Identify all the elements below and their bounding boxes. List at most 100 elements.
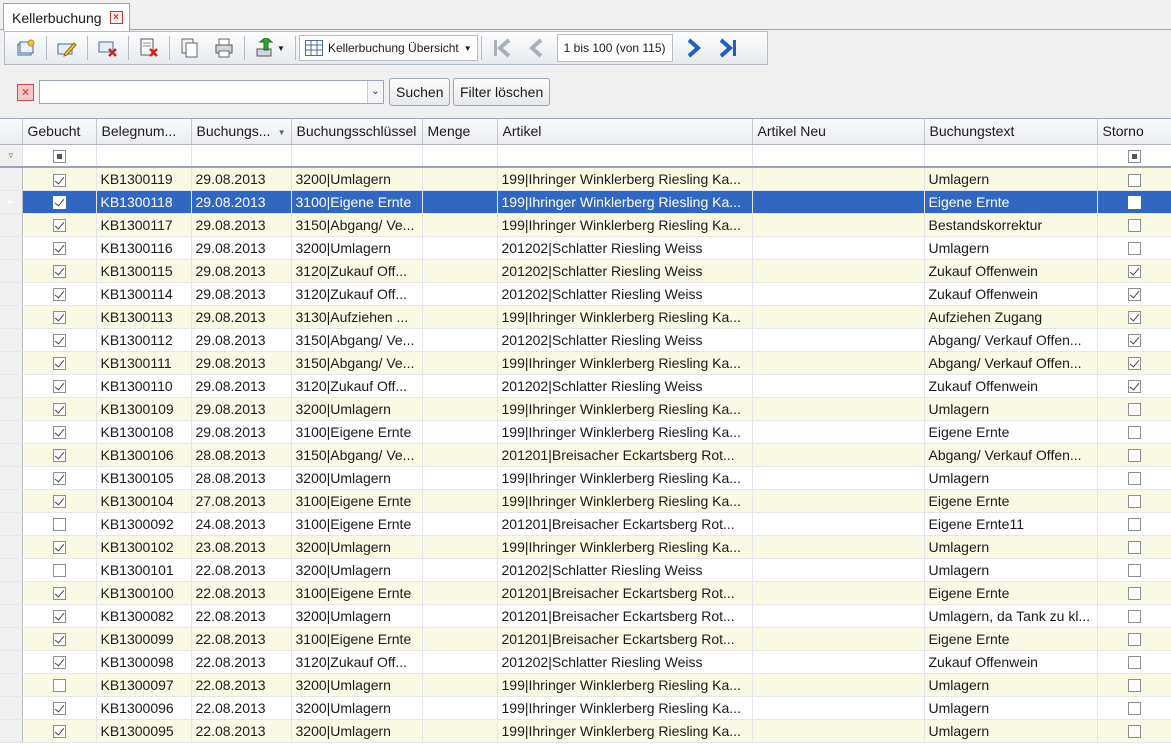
buchungstext-cell[interactable]: Umlagern xyxy=(924,167,1098,191)
artikel-neu-cell[interactable] xyxy=(752,673,925,697)
row-indicator[interactable]: ▸ xyxy=(0,190,23,214)
buchungstext-cell[interactable]: Zukauf Offenwein xyxy=(924,374,1098,398)
table-row[interactable]: KB1300100 22.08.2013 3100|Eigene Ernte 2012… xyxy=(0,581,1171,605)
artikel-cell[interactable]: 199|Ihringer Winklerberg Riesling Ka... xyxy=(497,213,753,237)
artikel-neu-cell[interactable] xyxy=(752,627,925,651)
storno-checkbox[interactable] xyxy=(1127,472,1141,486)
artikel-cell[interactable]: 201202|Schlatter Riesling Weiss xyxy=(497,282,753,306)
table-row[interactable]: ▸ KB1300118 29.08.2013 3100|Eigene Ernte 199… xyxy=(0,190,1171,214)
buchungstext-cell[interactable]: Umlagern xyxy=(924,535,1098,559)
buchungsdatum-cell[interactable]: 23.08.2013 xyxy=(191,535,292,559)
row-indicator[interactable] xyxy=(0,696,23,720)
first-page-button[interactable] xyxy=(487,34,517,62)
buchungsschluessel-cell[interactable]: 3200|Umlagern xyxy=(291,397,423,421)
artikel-neu-cell[interactable] xyxy=(752,650,925,674)
belegnummer-cell[interactable]: KB1300110 xyxy=(96,374,192,398)
menge-cell[interactable] xyxy=(422,558,498,582)
buchungsdatum-cell[interactable]: 29.08.2013 xyxy=(191,351,292,375)
storno-checkbox[interactable] xyxy=(1127,242,1141,256)
buchungsdatum-cell[interactable]: 22.08.2013 xyxy=(191,696,292,720)
row-indicator[interactable] xyxy=(0,236,23,260)
menge-cell[interactable] xyxy=(422,673,498,697)
gebucht-checkbox[interactable] xyxy=(52,495,66,509)
artikel-neu-cell[interactable] xyxy=(752,190,925,214)
artikel-neu-cell[interactable] xyxy=(752,305,925,329)
row-indicator[interactable] xyxy=(0,604,23,628)
table-row[interactable]: KB1300097 22.08.2013 3200|Umlagern 199|Ihri… xyxy=(0,673,1171,697)
row-indicator[interactable] xyxy=(0,443,23,467)
column-header-buchungstext[interactable]: Buchungstext xyxy=(924,119,1098,145)
belegnummer-cell[interactable]: KB1300109 xyxy=(96,397,192,421)
artikel-cell[interactable]: 201201|Breisacher Eckartsberg Rot... xyxy=(497,581,753,605)
new-record-button[interactable] xyxy=(11,34,41,62)
menge-cell[interactable] xyxy=(422,397,498,421)
column-header-belegnummer[interactable]: Belegnum... xyxy=(96,119,192,145)
buchungsschluessel-cell[interactable]: 3100|Eigene Ernte xyxy=(291,420,423,444)
storno-checkbox[interactable] xyxy=(1127,679,1141,693)
menge-cell[interactable] xyxy=(422,489,498,513)
table-row[interactable]: KB1300119 29.08.2013 3200|Umlagern 199|Ihri… xyxy=(0,167,1171,191)
artikel-neu-cell[interactable] xyxy=(752,374,925,398)
row-indicator[interactable] xyxy=(0,650,23,674)
menge-cell[interactable] xyxy=(422,282,498,306)
buchungsdatum-cell[interactable]: 29.08.2013 xyxy=(191,420,292,444)
gebucht-checkbox[interactable] xyxy=(52,426,66,440)
belegnummer-cell[interactable]: KB1300082 xyxy=(96,604,192,628)
artikel-neu-cell[interactable] xyxy=(752,489,925,513)
artikel-neu-cell[interactable] xyxy=(752,213,925,237)
storno-checkbox[interactable] xyxy=(1127,495,1141,509)
filter-cell-gebucht[interactable] xyxy=(22,144,97,168)
table-row[interactable]: KB1300115 29.08.2013 3120|Zukauf Off... 201… xyxy=(0,259,1171,283)
filter-cell[interactable] xyxy=(96,144,192,168)
artikel-cell[interactable]: 201202|Schlatter Riesling Weiss xyxy=(497,328,753,352)
storno-checkbox[interactable] xyxy=(1127,173,1141,187)
storno-checkbox[interactable] xyxy=(1127,196,1141,210)
buchungsschluessel-cell[interactable]: 3100|Eigene Ernte xyxy=(291,627,423,651)
storno-checkbox[interactable] xyxy=(1127,265,1141,279)
menge-cell[interactable] xyxy=(422,719,498,743)
filter-checkbox[interactable] xyxy=(1127,149,1141,163)
storno-checkbox[interactable] xyxy=(1127,219,1141,233)
artikel-cell[interactable]: 199|Ihringer Winklerberg Riesling Ka... xyxy=(497,305,753,329)
belegnummer-cell[interactable]: KB1300104 xyxy=(96,489,192,513)
table-row[interactable]: KB1300082 22.08.2013 3200|Umlagern 201201|B… xyxy=(0,604,1171,628)
menge-cell[interactable] xyxy=(422,512,498,536)
menge-cell[interactable] xyxy=(422,305,498,329)
buchungsschluessel-cell[interactable]: 3150|Abgang/ Ve... xyxy=(291,351,423,375)
buchungstext-cell[interactable]: Zukauf Offenwein xyxy=(924,259,1098,283)
row-indicator[interactable] xyxy=(0,558,23,582)
gebucht-checkbox[interactable] xyxy=(52,587,66,601)
buchungsschluessel-cell[interactable]: 3200|Umlagern xyxy=(291,236,423,260)
row-indicator[interactable] xyxy=(0,581,23,605)
filter-cell[interactable] xyxy=(497,144,753,168)
artikel-cell[interactable]: 199|Ihringer Winklerberg Riesling Ka... xyxy=(497,535,753,559)
artikel-neu-cell[interactable] xyxy=(752,397,925,421)
export-button[interactable]: ▼ xyxy=(250,34,290,62)
buchungsschluessel-cell[interactable]: 3200|Umlagern xyxy=(291,696,423,720)
next-page-button[interactable] xyxy=(679,34,709,62)
table-row[interactable]: KB1300106 28.08.2013 3150|Abgang/ Ve... 201… xyxy=(0,443,1171,467)
table-row[interactable]: KB1300112 29.08.2013 3150|Abgang/ Ve... 201… xyxy=(0,328,1171,352)
artikel-cell[interactable]: 199|Ihringer Winklerberg Riesling Ka... xyxy=(497,673,753,697)
artikel-neu-cell[interactable] xyxy=(752,719,925,743)
menge-cell[interactable] xyxy=(422,535,498,559)
buchungsdatum-cell[interactable]: 29.08.2013 xyxy=(191,374,292,398)
clear-filter-icon[interactable]: × xyxy=(17,84,34,101)
buchungsschluessel-cell[interactable]: 3200|Umlagern xyxy=(291,719,423,743)
buchungsdatum-cell[interactable]: 22.08.2013 xyxy=(191,627,292,651)
artikel-cell[interactable]: 199|Ihringer Winklerberg Riesling Ka... xyxy=(497,190,753,214)
artikel-neu-cell[interactable] xyxy=(752,581,925,605)
buchungstext-cell[interactable]: Abgang/ Verkauf Offen... xyxy=(924,328,1098,352)
menge-cell[interactable] xyxy=(422,351,498,375)
artikel-cell[interactable]: 199|Ihringer Winklerberg Riesling Ka... xyxy=(497,420,753,444)
buchungsdatum-cell[interactable]: 22.08.2013 xyxy=(191,673,292,697)
buchungsschluessel-cell[interactable]: 3120|Zukauf Off... xyxy=(291,374,423,398)
table-row[interactable]: KB1300114 29.08.2013 3120|Zukauf Off... 201… xyxy=(0,282,1171,306)
artikel-cell[interactable]: 199|Ihringer Winklerberg Riesling Ka... xyxy=(497,489,753,513)
storno-checkbox[interactable] xyxy=(1127,587,1141,601)
buchungsdatum-cell[interactable]: 29.08.2013 xyxy=(191,213,292,237)
buchungstext-cell[interactable]: Eigene Ernte11 xyxy=(924,512,1098,536)
table-row[interactable]: KB1300111 29.08.2013 3150|Abgang/ Ve... 199… xyxy=(0,351,1171,375)
row-indicator[interactable] xyxy=(0,466,23,490)
gebucht-checkbox[interactable] xyxy=(52,656,66,670)
